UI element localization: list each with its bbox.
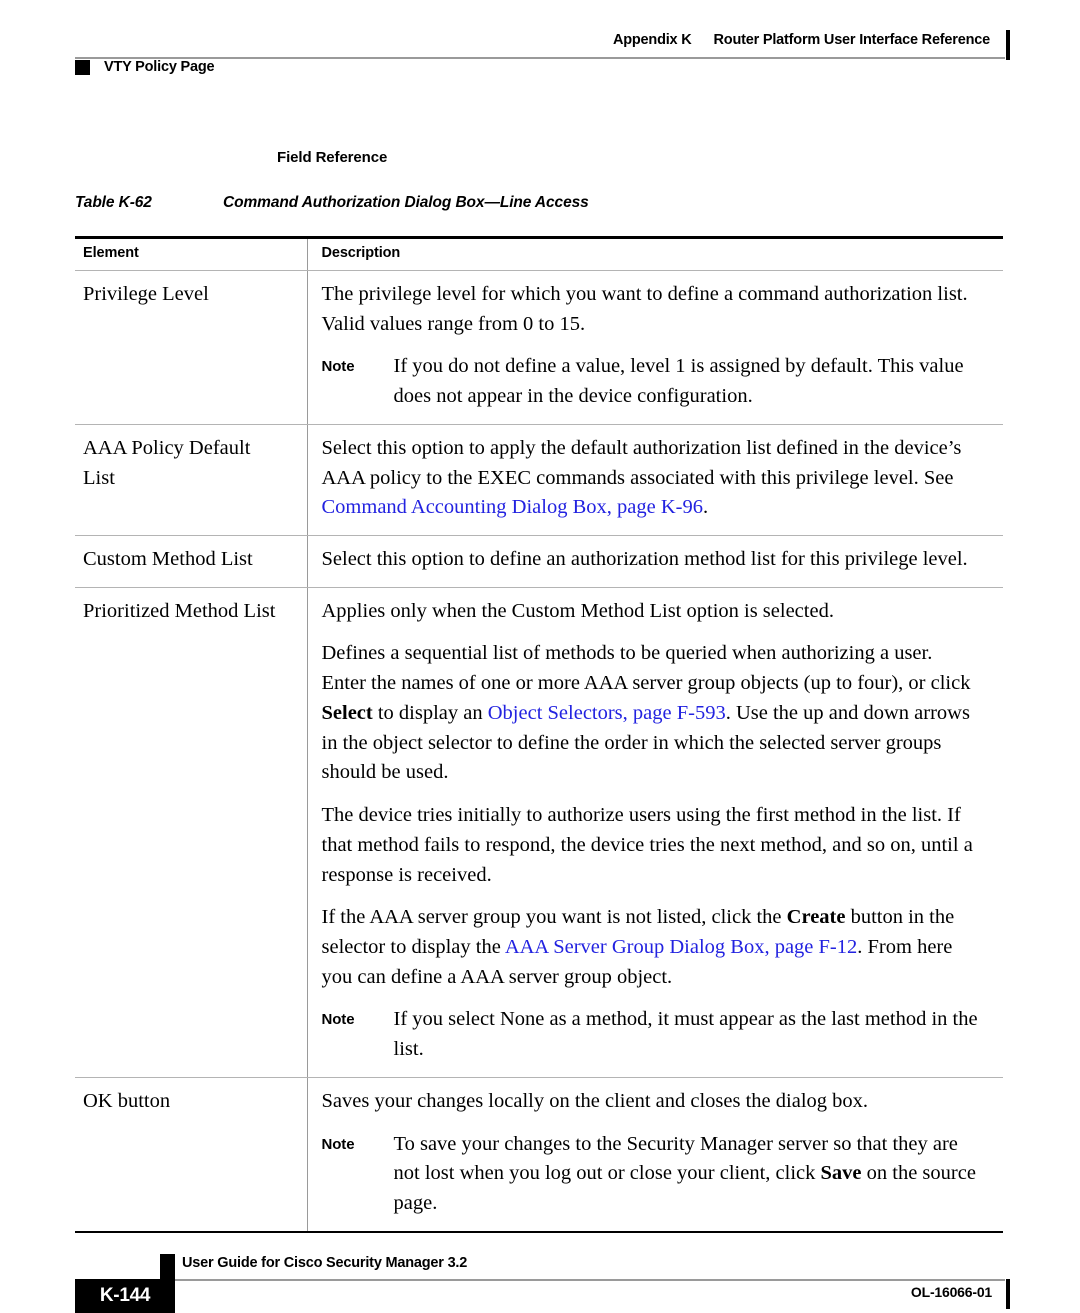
header-appendix-title: Router Platform User Interface Reference <box>713 32 991 48</box>
element-cell: Prioritized Method List <box>75 587 307 1078</box>
note-text: To save your changes to the Security Man… <box>394 1130 980 1219</box>
footer-guide-title: User Guide for Cisco Security Manager 3.… <box>182 1255 468 1271</box>
element-cell: AAA Policy Default List <box>75 424 307 537</box>
body-text-run: . <box>702 496 709 519</box>
element-name-label: List <box>83 466 115 489</box>
description-paragraph: Defines a sequential list of methods to … <box>322 639 980 788</box>
note-block: Note If you select None as a method, it m… <box>322 1005 980 1064</box>
element-name-label: Custom Method List <box>83 548 253 571</box>
body-text-run: If the AAA server group you want is not … <box>321 906 787 929</box>
description-cell: Applies only when the Custom Method List… <box>306 587 1003 1078</box>
element-name-label: OK button <box>83 1089 171 1112</box>
table-caption: Table K-62 Command Authorization Dialog B… <box>75 194 1005 212</box>
section-heading: Field Reference <box>277 149 388 166</box>
ui-control-name: Save <box>820 1162 862 1185</box>
ui-control-name: Select <box>321 701 373 724</box>
table-header-row: Element Description <box>75 236 1003 271</box>
square-bullet-icon <box>75 59 90 75</box>
header-appendix-reference: Appendix K Router Platform User Interface… <box>613 32 990 48</box>
page-header: Appendix K Router Platform User Interface… <box>0 0 1080 90</box>
header-edge-marker <box>1006 30 1010 60</box>
note-label: Note <box>321 1011 355 1029</box>
table-row: Custom Method List Select this option to … <box>75 535 1003 588</box>
table-caption-title: Command Authorization Dialog Box—Line Ac… <box>223 194 589 211</box>
column-header-element: Element <box>75 236 307 271</box>
header-divider-rule <box>75 57 1005 59</box>
table-header-row-group: Element Description <box>75 236 1003 271</box>
header-running-section: VTY Policy Page <box>75 59 215 75</box>
element-cell: Privilege Level <box>75 270 307 425</box>
table-row: AAA Policy Default List Select this option… <box>75 424 1003 537</box>
element-name-label: Prioritized Method List <box>83 599 276 622</box>
note-block: Note If you do not define a value, level … <box>322 352 980 411</box>
footer-page-number-box: K-144 <box>75 1279 175 1313</box>
element-cell: Custom Method List <box>75 535 307 588</box>
ui-control-name: Create <box>786 906 846 929</box>
cross-reference-link[interactable]: AAA Server Group Dialog Box, page F-12 <box>505 936 857 958</box>
note-label: Note <box>321 358 355 376</box>
element-name-label: Privilege Level <box>83 283 209 305</box>
description-paragraph: Applies only when the Custom Method List… <box>321 599 834 622</box>
column-header-description: Description <box>306 236 1003 271</box>
body-text-run: to display an <box>372 701 488 724</box>
table-row: Prioritized Method List Applies only when… <box>75 587 1003 1078</box>
description-cell: Select this option to define an authoriz… <box>306 535 1003 588</box>
table-row: Privilege Level The privilege level for w… <box>75 270 1003 425</box>
description-cell: The privilege level for which you want t… <box>306 270 1003 425</box>
description-cell: Select this option to apply the default … <box>306 424 1003 537</box>
note-text: If you select None as a method, it must … <box>393 1008 978 1061</box>
table-body: Privilege Level The privilege level for w… <box>75 270 1003 1233</box>
note-label: Note <box>321 1135 355 1153</box>
description-paragraph: If the AAA server group you want is not … <box>322 903 980 992</box>
description-paragraph: Select this option to apply the default … <box>322 434 980 523</box>
note-block: Note To save your changes to the Security… <box>322 1130 980 1219</box>
cross-reference-link[interactable]: Command Accounting Dialog Box, page K-96 <box>322 496 703 518</box>
note-text: If you do not define a value, level 1 is… <box>393 355 964 408</box>
table-row: OK button Saves your changes locally on t… <box>75 1077 1003 1233</box>
footer-document-id: OL-16066-01 <box>910 1284 992 1300</box>
body-text-run: Defines a sequential list of methods to … <box>321 642 971 695</box>
element-name-label: AAA Policy Default <box>83 436 251 459</box>
body-text-run: Select this option to apply the default … <box>321 436 962 489</box>
description-paragraph: Saves your changes locally on the client… <box>321 1089 869 1112</box>
table-caption-number: Table K-62 <box>75 194 152 211</box>
footer-divider-rule <box>75 1279 1005 1281</box>
header-running-section-label: VTY Policy Page <box>104 59 215 75</box>
footer-edge-marker <box>1006 1279 1010 1309</box>
page-footer: User Guide for Cisco Security Manager 3.… <box>0 1222 1080 1313</box>
header-appendix-number: Appendix K <box>612 32 692 48</box>
field-reference-table: Element Description Privilege Level The p… <box>75 236 1003 1233</box>
description-paragraph: The privilege level for which you want t… <box>321 283 968 335</box>
description-paragraph: Select this option to define an authoriz… <box>321 548 968 571</box>
description-cell: Saves your changes locally on the client… <box>306 1077 1003 1233</box>
description-paragraph: The device tries initially to authorize … <box>321 804 973 886</box>
cross-reference-link[interactable]: Object Selectors, page F-593 <box>488 702 726 724</box>
element-cell: OK button <box>75 1077 307 1233</box>
footer-square-bullet-icon <box>160 1254 175 1279</box>
